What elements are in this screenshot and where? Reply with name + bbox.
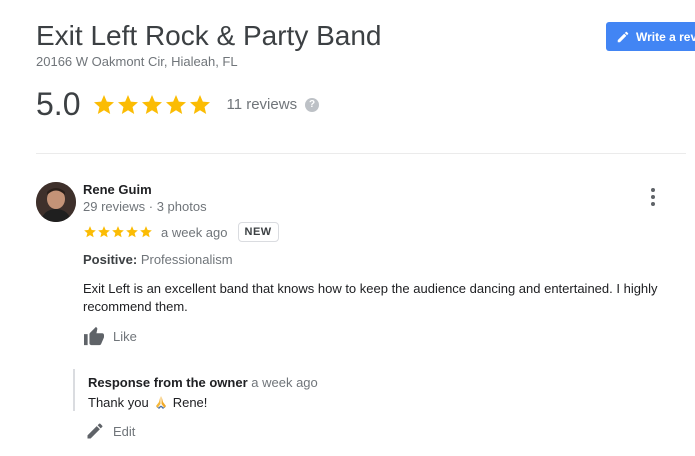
divider [36,153,686,154]
write-review-button[interactable]: Write a review [606,22,695,51]
star-icon [112,226,124,238]
star-icon [84,226,96,238]
folded-hands-icon [153,394,169,410]
dot [651,195,655,199]
dot [651,188,655,192]
reviewer-name[interactable]: Rene Guim [83,182,152,197]
write-review-label: Write a review [636,29,695,44]
owner-response-title: Response from the owner [88,375,248,390]
more-options-icon[interactable] [645,186,661,208]
place-title: Exit Left Rock & Party Band [36,20,382,51]
like-button[interactable]: Like [83,326,137,346]
positive-value: Professionalism [140,252,233,267]
positive-attributes: Positive: Professionalism [83,252,233,267]
owner-response-time: a week ago [251,375,318,390]
rating-value: 5.0 [36,86,81,122]
review-stars [83,225,153,239]
dot [651,202,655,206]
review-rating-row: a week ago NEW [83,222,279,242]
response-text-start: Thank you [88,394,149,410]
like-label: Like [113,328,137,344]
thumbs-up-icon [84,326,104,346]
star-icon [190,94,211,114]
place-address: 20166 W Oakmont Cir, Hialeah, FL [36,54,238,69]
pencil-icon [87,423,103,439]
owner-response-text: Thank you Rene! [88,394,673,410]
star-icon [140,226,152,238]
owner-response: Response from the owner a week ago Thank… [73,369,673,411]
rating-stars [92,93,212,117]
review-time: a week ago [161,224,228,240]
pencil-icon [617,31,629,42]
owner-response-header: Response from the owner a week ago [88,375,673,390]
star-icon [126,226,138,238]
response-text-end: Rene! [172,394,208,410]
avatar[interactable] [36,182,76,222]
reviewer-meta: 29 reviews · 3 photos [83,199,207,214]
avatar-image [36,182,76,222]
review-count-link[interactable]: 11 reviews [226,96,297,113]
star-icon [118,94,139,114]
star-icon [142,94,163,114]
star-icon [166,94,187,114]
new-badge: NEW [237,222,279,242]
edit-response-button[interactable]: Edit [85,421,135,441]
star-icon [94,94,115,114]
rating-summary: 5.0 11 reviews ? [36,86,320,123]
help-icon[interactable]: ? [305,97,320,112]
star-icon [98,226,110,238]
positive-label: Positive: [83,252,138,267]
edit-label: Edit [113,423,136,439]
review-text: Exit Left is an excellent band that know… [83,281,658,314]
